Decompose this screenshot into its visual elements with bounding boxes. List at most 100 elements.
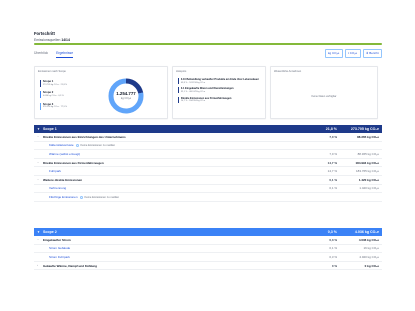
progress-bar-fill — [34, 43, 382, 46]
table-row: Flüchtige Emissionen Keine Emissionen zu … — [34, 193, 382, 202]
row-amount: 1.420 kg CO₂e — [359, 186, 379, 191]
scope-amount: 273.705 kg CO₂e — [350, 127, 379, 131]
unit-kg-button[interactable]: kg CO₂e — [324, 49, 343, 58]
table-row[interactable]: ⌄ Weitere direkte Emissionen 0,1 % 1.420… — [34, 176, 382, 185]
row-name: Direkte Emissionen aus Firmenfahrzeugen — [43, 160, 104, 165]
source-link[interactable]: Verbrennung — [43, 186, 313, 190]
row-amount: 16 kg CO₂e — [363, 246, 379, 251]
hotspot-value: 32,1 % · 402.078 kg CO₂e — [180, 90, 206, 93]
scope-amount: 4.036 kg CO₂e — [354, 230, 379, 234]
table-row: Wärme (selbst erzeugt) 7,0 % 88.365 kg C… — [34, 150, 382, 159]
source-link[interactable]: Kältemittelverluste — [49, 143, 74, 147]
row-amount: 0 kg CO₂e — [364, 263, 379, 268]
legend-value: 4.036 kg CO₂e · 0,3 % — [42, 95, 64, 98]
table-row[interactable]: ⌄ Direkte Emissionen aus Firmenfahrzeuge… — [34, 159, 382, 168]
row-percent: 14,7 % — [327, 160, 337, 165]
legend-value: 273.705 kg CO₂e · 21,8 % — [42, 83, 68, 86]
row-name: Weitere direkte Emissionen — [43, 177, 83, 182]
progress-subtitle: Emissionsquellen 14/14 — [34, 38, 382, 42]
export-label: Bericht — [369, 51, 379, 56]
progress-label: Emissionsquellen — [34, 37, 61, 42]
scope-title: Scope 2 — [42, 230, 57, 234]
toolbar: kg CO₂e t CO₂e ⬇ Bericht — [324, 49, 382, 58]
table-row[interactable]: ⌄ Direkte Emissionen aus Einrichtungen d… — [34, 133, 382, 142]
scope-percent: 0,3 % — [327, 230, 337, 234]
row-amount: 184.994 kg CO₂e — [355, 160, 379, 165]
chevron-down-icon: ▼ — [37, 127, 40, 131]
scope2-header[interactable]: ▼ Scope 2 0,3 % 4.036 kg CO₂e — [34, 228, 382, 236]
hotspot-marker — [178, 78, 179, 84]
results-page: Fortschritt Emissionsquellen 14/14 Überb… — [0, 0, 415, 311]
scope1-header[interactable]: ▼ Scope 1 21,8 % 273.705 kg CO₂e — [34, 125, 382, 133]
table-row: Strom Fuhrpark 0,3 % 4.020 kg CO₂e — [34, 253, 382, 262]
hotspot-item: 3.1 Eingekaufte Waren und Dienstleistung… — [178, 87, 264, 94]
hotspot-title: 3.10 Behandlung verkaufter Produkte am E… — [180, 78, 259, 81]
hotspot-title: Direkte Emissionen aus Firmenfahrzeugen — [180, 96, 232, 100]
row-percent: 7,0 % — [329, 151, 337, 156]
row-amount: 183.765 kg CO₂e — [355, 169, 379, 174]
source-link[interactable]: Strom Gebäude — [43, 246, 313, 250]
hotspots-card: Hotspots 3.10 Behandlung verkaufter Prod… — [172, 66, 266, 119]
source-link[interactable]: Fuhrpark — [43, 169, 313, 173]
row-percent: 0,1 % — [329, 177, 337, 182]
info-icon[interactable] — [75, 144, 79, 148]
progress-count: 14/14 — [61, 37, 70, 42]
hotspot-value: 14,7 % · 184.994 kg CO₂e — [180, 100, 206, 103]
progress-bar — [34, 43, 382, 46]
legend-item: Scope 1 273.705 kg CO₂e · 21,8 % — [40, 80, 92, 87]
table-row: Kältemittelverluste Keine Emissionen zu m… — [34, 142, 382, 151]
scope2-table: ▼ Scope 2 0,3 % 4.036 kg CO₂e ⌄ Eingekau… — [34, 228, 382, 271]
legend-item: Scope 2 4.036 kg CO₂e · 0,3 % — [40, 91, 92, 99]
source-link[interactable]: Wärme (selbst erzeugt) — [43, 152, 313, 156]
empty-state: Keine Daten verfügbar — [311, 95, 337, 98]
row-name: Eingekaufter Strom — [43, 237, 71, 242]
hotspot-marker — [178, 96, 179, 103]
scope-legend: Scope 1 273.705 kg CO₂e · 21,8 % Scope 24… — [40, 80, 92, 114]
assumptions-card: Wesentliche Annahmen Keine Daten verfügb… — [270, 66, 378, 119]
hotspot-item: 3.10 Behandlung verkaufter Produkte am E… — [178, 78, 264, 84]
row-amount: 4.036 kg CO₂e — [358, 237, 379, 242]
card-title: Wesentliche Annahmen — [274, 70, 302, 73]
chevron-down-icon: ▼ — [37, 230, 40, 234]
card-title: Emissionen nach Scope — [38, 70, 66, 73]
scope-percent: 21,8 % — [325, 127, 337, 131]
donut-total: 1.254.777 — [116, 91, 136, 96]
source-link[interactable]: Strom Fuhrpark — [43, 255, 313, 259]
hotspot-title: 3.1 Eingekaufte Waren und Dienstleistung… — [180, 87, 234, 91]
hotspot-value: 45,8 % · 574.158 kg CO₂e — [180, 81, 206, 84]
scope1-table: ▼ Scope 1 21,8 % 273.705 kg CO₂e ⌄ Direk… — [34, 125, 382, 202]
row-amount: 4.020 kg CO₂e — [359, 254, 379, 259]
hotspot-item: Direkte Emissionen aus Firmenfahrzeugen 1… — [178, 96, 264, 103]
progress-title: Fortschritt — [34, 31, 55, 36]
row-name: Gekaufte Wärme, Dampf und Kühlung — [43, 263, 98, 268]
export-button[interactable]: ⬇ Bericht — [362, 49, 382, 58]
legend-title: Scope 2 — [42, 91, 54, 95]
scope-summary-card: Emissionen nach Scope Scope 1 273.705 kg … — [34, 66, 168, 119]
row-hint: Keine Emissionen zu melden — [80, 144, 116, 148]
row-name: Direkte Emissionen aus Einrichtungen des… — [43, 134, 126, 139]
legend-swatch — [40, 91, 41, 99]
table-row[interactable]: ⌄ Eingekaufter Strom 0,3 % 4.036 kg CO₂e — [34, 236, 382, 245]
tab-results[interactable]: Ergebnisse — [56, 51, 74, 58]
scope-title: Scope 1 — [42, 127, 57, 131]
legend-title: Scope 1 — [42, 80, 54, 83]
row-percent: 0 % — [331, 263, 337, 268]
table-row: Strom Gebäude 0,1 % 16 kg CO₂e — [34, 245, 382, 254]
legend-value: 976.236 kg CO₂e · 77,9 % — [42, 106, 68, 109]
table-row: Verbrennung 0,1 % 1.420 kg CO₂e — [34, 185, 382, 194]
progress-header: Fortschritt Emissionsquellen 14/14 Überb… — [34, 31, 382, 58]
tab-bar: Überblick Ergebnisse — [34, 51, 74, 58]
tab-overview[interactable]: Überblick — [34, 51, 48, 58]
hotspot-list: 3.10 Behandlung verkaufter Produkte am E… — [178, 78, 264, 106]
info-icon[interactable] — [79, 195, 83, 199]
row-amount: 1.420 kg CO₂e — [358, 177, 379, 182]
legend-item: Scope 3 976.236 kg CO₂e · 77,9 % — [40, 102, 92, 110]
table-row[interactable]: › Gekaufte Wärme, Dampf und Kühlung 0 % … — [34, 262, 382, 271]
row-percent: 7,0 % — [329, 134, 337, 139]
row-percent: 0,3 % — [329, 237, 337, 242]
unit-t-button[interactable]: t CO₂e — [344, 49, 361, 58]
source-link[interactable]: Flüchtige Emissionen — [49, 195, 78, 199]
row-amount: 88.365 kg CO₂e — [357, 134, 379, 139]
hotspot-marker — [178, 87, 179, 94]
row-percent: 14,7 % — [327, 169, 337, 174]
